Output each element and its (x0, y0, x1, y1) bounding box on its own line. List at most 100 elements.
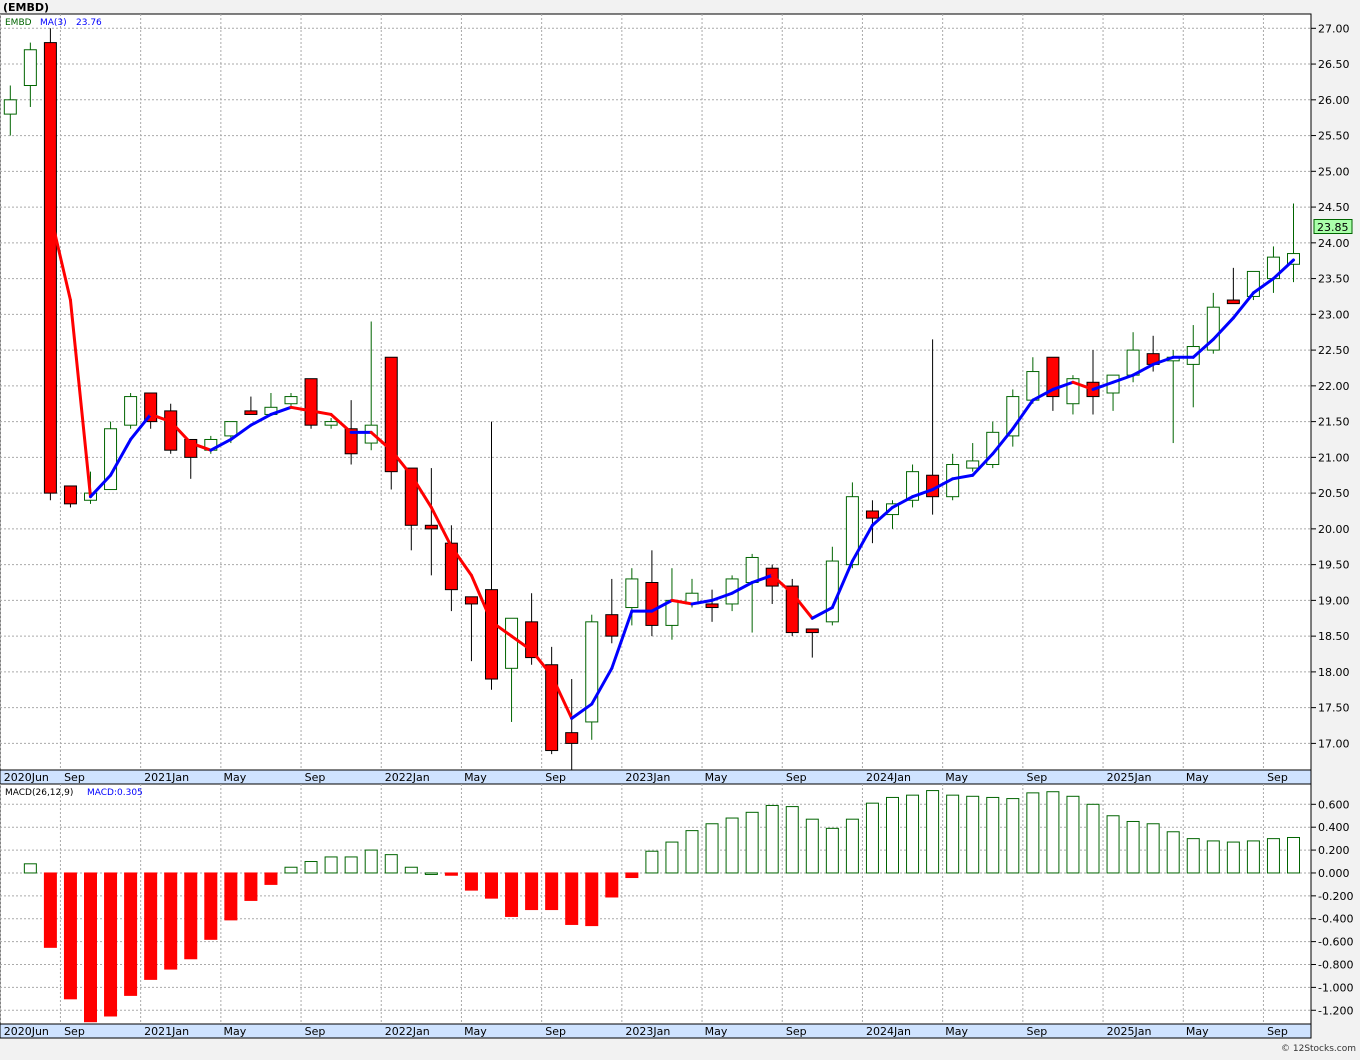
macd-bar (565, 872, 579, 925)
macd-bar (1066, 795, 1080, 874)
price-y-tick-label: 25.50 (1318, 130, 1350, 143)
price-x-tick-label: Sep (1267, 771, 1288, 784)
macd-bar (865, 802, 879, 874)
macd-bar (966, 795, 980, 874)
candle-body (164, 410, 178, 451)
macd-x-tick-label: Sep (64, 1025, 85, 1038)
watermark: © 12Stocks.com (1281, 1044, 1356, 1054)
chart-symbol-title: (EMBD) (3, 1, 49, 14)
macd-x-tick-label: Sep (305, 1025, 326, 1038)
price-y-tick-label: 23.50 (1318, 273, 1350, 286)
price-x-tick-label: May (223, 771, 246, 784)
macd-bar (304, 861, 318, 874)
macd-y-tick-label: -1.200 (1318, 1004, 1353, 1017)
macd-bar (705, 823, 719, 874)
macd-x-tick-label: May (223, 1025, 246, 1038)
macd-x-tick-label: Sep (786, 1025, 807, 1038)
candle-body (966, 460, 980, 469)
price-y-tick-label: 17.00 (1318, 737, 1350, 750)
macd-y-tick-label: 0.600 (1318, 798, 1350, 811)
macd-bar (464, 872, 478, 891)
macd-bar (1086, 803, 1100, 874)
macd-y-tick-label: -0.800 (1318, 959, 1353, 972)
price-x-tick-label: Sep (64, 771, 85, 784)
macd-bar (825, 827, 839, 874)
candle-body (865, 510, 879, 519)
candle-body (424, 524, 438, 530)
price-x-tick-label: May (945, 771, 968, 784)
macd-bar (665, 841, 679, 874)
macd-x-tick-label: May (705, 1025, 728, 1038)
macd-bar (986, 796, 1000, 874)
legend-ma-label: MA(3) (40, 18, 67, 28)
chart-root: 17.00 17.50 18.00 18.50 19.00 19.50 20.00 20.50… (0, 0, 1360, 1056)
macd-bar (204, 872, 218, 940)
price-x-tick-label: 2025Jan (1107, 771, 1152, 784)
price-y-tick-label: 21.50 (1318, 416, 1350, 429)
macd-bar (284, 866, 298, 874)
macd-bar (23, 863, 37, 874)
price-y-tick-label: 22.50 (1318, 344, 1350, 357)
price-y-tick-label: 21.00 (1318, 451, 1350, 464)
price-y-tick-label: 26.50 (1318, 58, 1350, 71)
price-y-tick-label: 19.00 (1318, 594, 1350, 607)
candle-body (3, 99, 17, 115)
macd-bar (1166, 831, 1180, 874)
macd-x-tick-label: 2023Jan (625, 1025, 670, 1038)
macd-y-tick-label: -0.200 (1318, 890, 1353, 903)
macd-bar (1026, 792, 1040, 874)
macd-bar (104, 872, 118, 1017)
macd-bar (545, 872, 559, 911)
macd-bar (344, 856, 358, 874)
price-x-tick-label: May (464, 771, 487, 784)
macd-bar (384, 854, 398, 874)
price-y-tick-label: 18.00 (1318, 666, 1350, 679)
price-x-tick-label: Sep (305, 771, 326, 784)
candle-body (1226, 299, 1240, 305)
candle (304, 378, 318, 429)
price-y-tick-label: 23.00 (1318, 308, 1350, 321)
candle (164, 403, 178, 454)
macd-x-tick-label: Sep (1026, 1025, 1047, 1038)
macd-x-tick-label: Sep (1267, 1025, 1288, 1038)
macd-x-tick-label: 2025Jan (1107, 1025, 1152, 1038)
macd-bar (264, 872, 278, 885)
macd-bar (505, 872, 519, 917)
macd-bar (605, 872, 619, 898)
price-y-tick-label: 19.50 (1318, 559, 1350, 572)
macd-bar (364, 849, 378, 874)
candle-body (605, 614, 619, 637)
macd-bar (424, 872, 438, 875)
legend-ma-value: 23.76 (76, 18, 102, 28)
macd-bar (404, 866, 418, 874)
price-y-tick-label: 24.00 (1318, 237, 1350, 250)
macd-x-tick-label: Sep (545, 1025, 566, 1038)
macd-bar (144, 872, 158, 980)
macd-bar (946, 794, 960, 874)
price-x-tick-label: 2023Jan (625, 771, 670, 784)
price-y-tick-label: 22.00 (1318, 380, 1350, 393)
macd-bar (625, 872, 639, 879)
candle-body (244, 410, 258, 415)
price-y-tick-label: 25.00 (1318, 165, 1350, 178)
macd-x-tick-label: May (464, 1025, 487, 1038)
macd-bar (1266, 838, 1280, 874)
macd-value: MACD:0.305 (87, 788, 143, 798)
macd-bar (1246, 840, 1260, 874)
candle-body (1026, 371, 1040, 401)
macd-bar (585, 872, 599, 927)
candle-body (124, 396, 138, 426)
macd-bar (1046, 791, 1060, 874)
macd-bar (845, 818, 859, 874)
price-y-tick-label: 18.50 (1318, 630, 1350, 643)
macd-y-tick-label: 0.400 (1318, 821, 1350, 834)
candle-body (625, 578, 639, 609)
legend-symbol: EMBD (5, 18, 32, 28)
macd-x-tick-label: 2021Jan (144, 1025, 189, 1038)
candle-body (505, 617, 519, 669)
candle (384, 356, 398, 490)
price-y-tick-label: 24.50 (1318, 201, 1350, 214)
candle-body (645, 582, 659, 626)
price-y-tick-label: 20.50 (1318, 487, 1350, 500)
price-y-tick-label: 27.00 (1318, 22, 1350, 35)
